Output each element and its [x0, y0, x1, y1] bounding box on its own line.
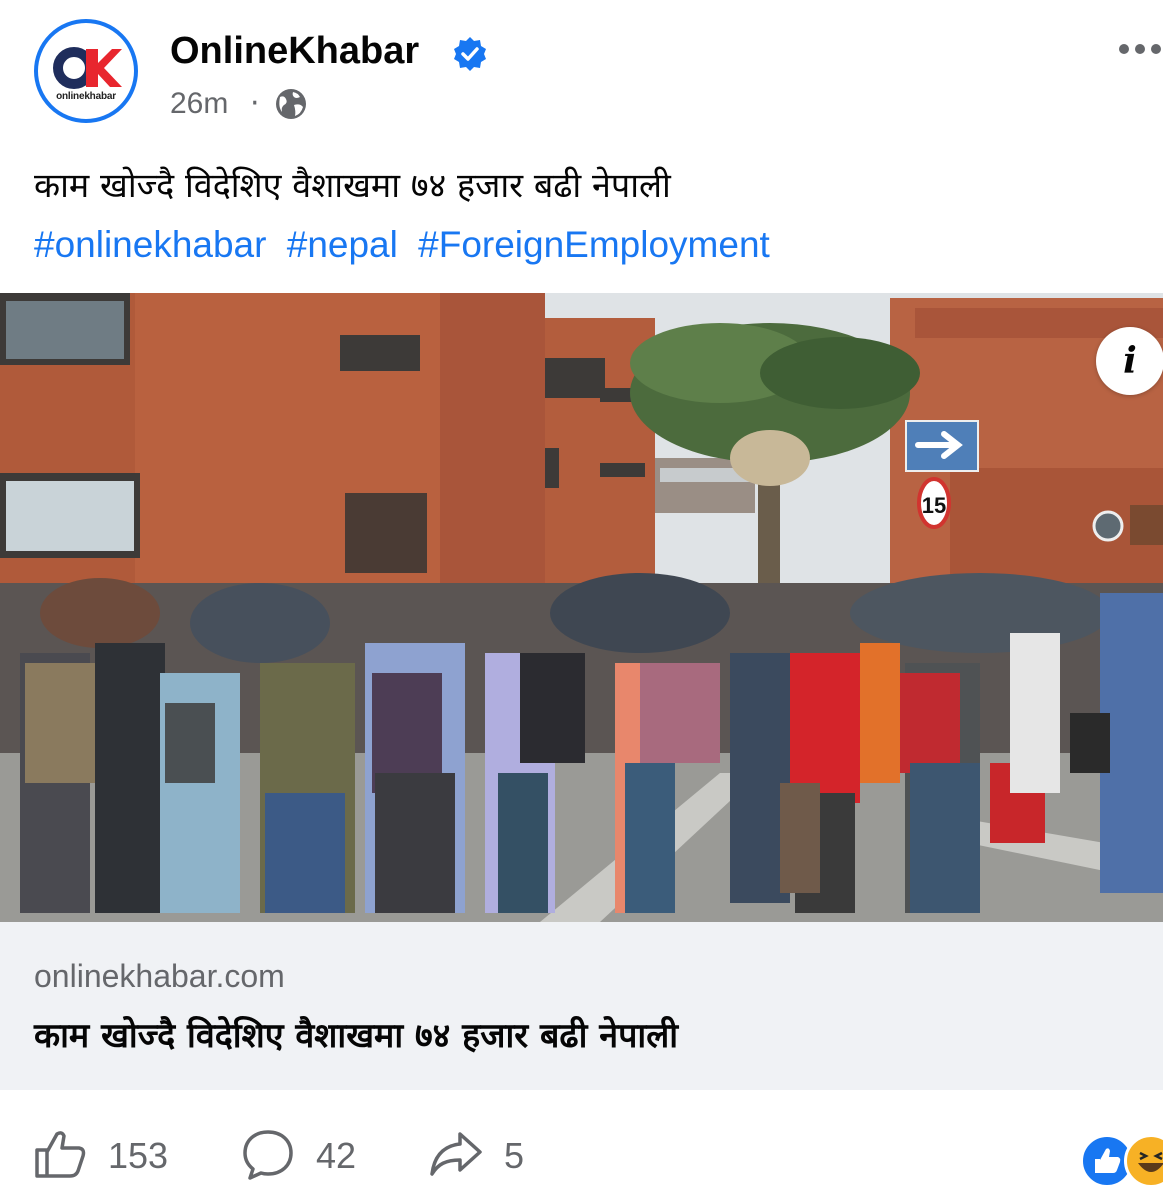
- comment-count[interactable]: 42: [316, 1134, 356, 1178]
- link-domain: onlinekhabar.com: [34, 958, 285, 994]
- hashtag-row: #onlinekhabar #nepal #ForeignEmployment: [34, 222, 780, 268]
- link-preview-card[interactable]: [0, 922, 1163, 1090]
- page-avatar[interactable]: onlinekhabar: [34, 19, 138, 123]
- post-photo[interactable]: 15: [0, 293, 1163, 922]
- link-title[interactable]: काम खोज्दै विदेशिए वैशाखमा ७४ हजार बढी न…: [34, 1010, 678, 1062]
- speed-sign-text: 15: [922, 493, 946, 518]
- post-caption: काम खोज्दै विदेशिए वैशाखमा ७४ हजार बढी न…: [34, 166, 671, 206]
- like-icon[interactable]: [32, 1126, 88, 1182]
- onlinekhabar-logo-icon: [53, 47, 122, 89]
- action-bar: [0, 1110, 1163, 1200]
- image-info-button[interactable]: i: [1096, 327, 1163, 395]
- comment-icon[interactable]: [240, 1126, 296, 1182]
- globe-icon: [276, 89, 306, 119]
- share-icon[interactable]: [428, 1126, 484, 1182]
- verified-badge-icon: [454, 37, 486, 71]
- meta-separator: ·: [250, 86, 260, 121]
- airport-crowd-photo: 15: [0, 293, 1163, 922]
- like-count[interactable]: 153: [108, 1134, 168, 1178]
- post-time[interactable]: 26m: [170, 86, 228, 122]
- post-header: onlinekhabar OnlineKhabar 26m ·: [0, 0, 1163, 140]
- share-count[interactable]: 5: [504, 1134, 524, 1178]
- haha-reaction-icon[interactable]: [1124, 1134, 1163, 1188]
- page-name[interactable]: OnlineKhabar: [170, 28, 419, 74]
- hashtag-link[interactable]: #nepal: [287, 224, 398, 265]
- hashtag-link[interactable]: #ForeignEmployment: [418, 224, 770, 265]
- avatar-logo-text: onlinekhabar: [56, 91, 116, 102]
- more-horizontal-icon[interactable]: [1118, 43, 1162, 55]
- hashtag-link[interactable]: #onlinekhabar: [34, 224, 266, 265]
